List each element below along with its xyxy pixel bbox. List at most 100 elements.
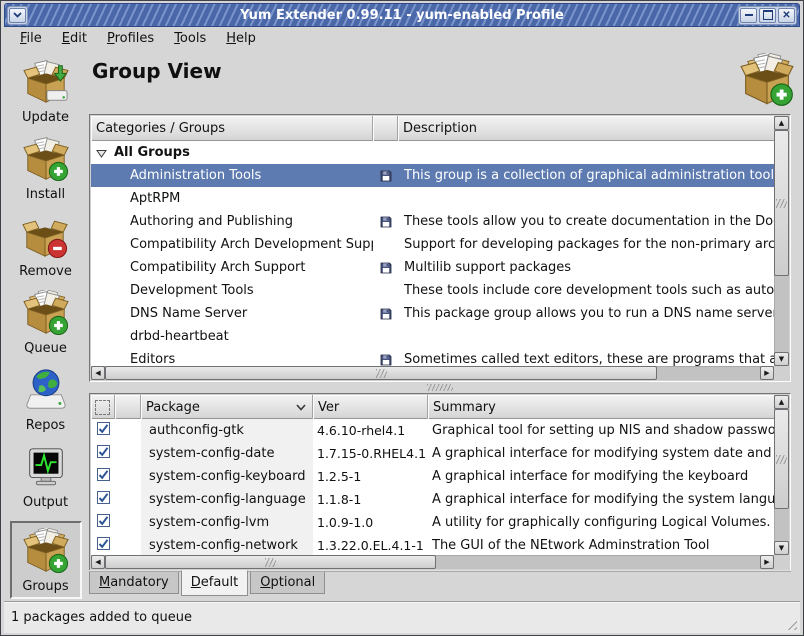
queue-icon <box>23 290 69 340</box>
titlebar[interactable]: Yum Extender 0.99.11 - yum-enabled Profi… <box>4 3 800 27</box>
column-header-description[interactable]: Description <box>398 116 774 141</box>
group-row[interactable]: All Groups <box>91 141 774 164</box>
group-row[interactable]: Administration Tools This group is a coll… <box>91 164 774 187</box>
package-version: 1.0.9-1.0 <box>313 511 428 534</box>
scroll-left-arrow[interactable]: ◀ <box>91 366 105 380</box>
group-row[interactable]: Development ToolsThese tools include cor… <box>91 279 774 302</box>
column-header-package[interactable]: Package <box>141 395 313 419</box>
column-header-status[interactable] <box>115 395 141 419</box>
sidebar-item-remove[interactable]: Remove <box>19 213 72 279</box>
scroll-up-arrow[interactable]: ▲ <box>774 395 789 409</box>
tab-mandatory[interactable]: Mandatory <box>89 572 179 594</box>
package-checkbox[interactable] <box>97 445 110 462</box>
remove-icon <box>22 213 68 263</box>
package-name: system-config-keyboard <box>141 465 313 488</box>
package-row[interactable]: system-config-network1.3.22.0.EL.4.1-1Th… <box>91 534 774 555</box>
group-row[interactable]: AptRPM <box>91 187 774 210</box>
column-header-select[interactable] <box>91 395 115 419</box>
package-row[interactable]: authconfig-gtk4.6.10-rhel4.1Graphical to… <box>91 419 774 442</box>
groups-vertical-scrollbar[interactable]: ▲ ▼ <box>774 116 789 366</box>
package-checkbox[interactable] <box>97 422 110 439</box>
package-checkbox[interactable] <box>97 468 110 485</box>
maximize-button[interactable] <box>759 8 776 23</box>
packages-horizontal-scrollbar[interactable]: ◀ ▶ <box>91 555 774 569</box>
tab-optional[interactable]: Optional <box>250 572 325 594</box>
package-checkbox[interactable] <box>97 514 110 531</box>
menubar: FileEditProfilesToolsHelp <box>4 27 800 49</box>
sidebar-item-output[interactable]: Output <box>23 444 69 510</box>
package-name: system-config-network <box>141 534 313 555</box>
package-row[interactable]: system-config-date1.7.15-0.RHEL4.1A grap… <box>91 442 774 465</box>
group-row[interactable]: Compatibility Arch SupportMultilib suppo… <box>91 256 774 279</box>
sidebar-item-repos[interactable]: Repos <box>23 367 69 433</box>
sidebar-item-groups[interactable]: Groups <box>10 521 82 599</box>
group-description: This group is a collection of graphical … <box>398 168 774 183</box>
packages-table: Package Ver Summary authconfig-gtk4.6.10… <box>89 393 791 571</box>
sidebar-item-label: Groups <box>22 579 68 594</box>
package-row[interactable]: system-config-language1.1.8-1A graphical… <box>91 488 774 511</box>
package-summary: A graphical interface for modifying syst… <box>428 442 774 465</box>
package-version: 1.7.15-0.RHEL4.1 <box>313 442 428 465</box>
package-name: system-config-date <box>141 442 313 465</box>
group-name: Compatibility Arch Support <box>130 260 306 275</box>
group-row[interactable]: EditorsSometimes called text editors, th… <box>91 348 774 366</box>
group-description: This package group allows you to run a D… <box>398 306 774 321</box>
group-view-icon <box>740 53 794 111</box>
group-row[interactable]: drbd-heartbeat <box>91 325 774 348</box>
packages-vertical-scrollbar[interactable]: ▲ ▼ <box>774 395 789 555</box>
package-version: 1.1.8-1 <box>313 488 428 511</box>
column-header-summary[interactable]: Summary <box>428 395 774 419</box>
menu-item-profiles[interactable]: Profiles <box>97 29 164 48</box>
group-name: All Groups <box>114 145 190 160</box>
scroll-right-arrow[interactable]: ▶ <box>760 555 774 569</box>
splitter-grip-icon <box>427 384 453 391</box>
scroll-left-arrow[interactable]: ◀ <box>91 555 105 569</box>
menu-item-edit[interactable]: Edit <box>52 29 97 48</box>
sidebar-item-queue[interactable]: Queue <box>23 290 69 356</box>
group-row[interactable]: Compatibility Arch Development SupportSu… <box>91 233 774 256</box>
group-row[interactable]: DNS Name ServerThis package group allows… <box>91 302 774 325</box>
column-header-categories-groups[interactable]: Categories / Groups <box>91 116 373 141</box>
scroll-down-arrow[interactable]: ▼ <box>774 352 789 366</box>
tab-bar: MandatoryDefaultOptional <box>89 572 327 599</box>
menu-item-tools[interactable]: Tools <box>164 29 216 48</box>
package-summary: A graphical interface for modifying the … <box>428 465 774 488</box>
package-row[interactable]: system-config-keyboard1.2.5-1A graphical… <box>91 465 774 488</box>
group-description: Sometimes called text editors, these are… <box>398 352 774 366</box>
scrollbar-thumb[interactable] <box>774 130 789 276</box>
package-checkbox[interactable] <box>97 537 110 554</box>
window-menu-button[interactable] <box>9 8 26 23</box>
menu-item-file[interactable]: File <box>10 29 52 48</box>
group-name: Administration Tools <box>130 168 261 183</box>
floppy-disk-icon <box>380 308 392 320</box>
scroll-up-arrow[interactable]: ▲ <box>774 116 789 130</box>
scroll-right-arrow[interactable]: ▶ <box>760 366 774 380</box>
minimize-icon <box>745 14 753 16</box>
scroll-down-arrow[interactable]: ▼ <box>774 541 789 555</box>
groups-horizontal-scrollbar[interactable]: ◀ ▶ <box>91 366 774 380</box>
close-button[interactable]: ✕ <box>778 8 795 23</box>
resize-grip[interactable] <box>784 617 797 630</box>
scrollbar-thumb[interactable] <box>105 366 657 380</box>
group-name: Development Tools <box>130 283 254 298</box>
sidebar: Update Install Remove Queue Repos Output Group… <box>4 51 87 599</box>
group-row[interactable]: Authoring and PublishingThese tools allo… <box>91 210 774 233</box>
column-header-group-icon[interactable] <box>373 116 398 141</box>
pane-splitter[interactable] <box>89 382 791 393</box>
package-summary: The GUI of the NEtwork Adminstration Too… <box>428 534 774 555</box>
column-header-ver[interactable]: Ver <box>313 395 428 419</box>
sidebar-item-install[interactable]: Install <box>23 136 69 202</box>
package-checkbox[interactable] <box>97 491 110 508</box>
scrollbar-thumb[interactable] <box>105 555 436 569</box>
close-icon: ✕ <box>782 10 790 21</box>
floppy-disk-icon <box>380 354 392 366</box>
tab-default[interactable]: Default <box>181 570 249 596</box>
package-row[interactable]: system-config-lvm1.0.9-1.0A utility for … <box>91 511 774 534</box>
menu-item-help[interactable]: Help <box>216 29 266 48</box>
sidebar-item-label: Update <box>22 110 69 125</box>
expander-down-icon[interactable] <box>96 148 107 158</box>
sidebar-item-update[interactable]: Update <box>22 59 69 125</box>
groups-table: Categories / Groups Description All Grou… <box>89 114 791 382</box>
minimize-button[interactable] <box>740 8 757 23</box>
scrollbar-thumb[interactable] <box>774 409 789 509</box>
